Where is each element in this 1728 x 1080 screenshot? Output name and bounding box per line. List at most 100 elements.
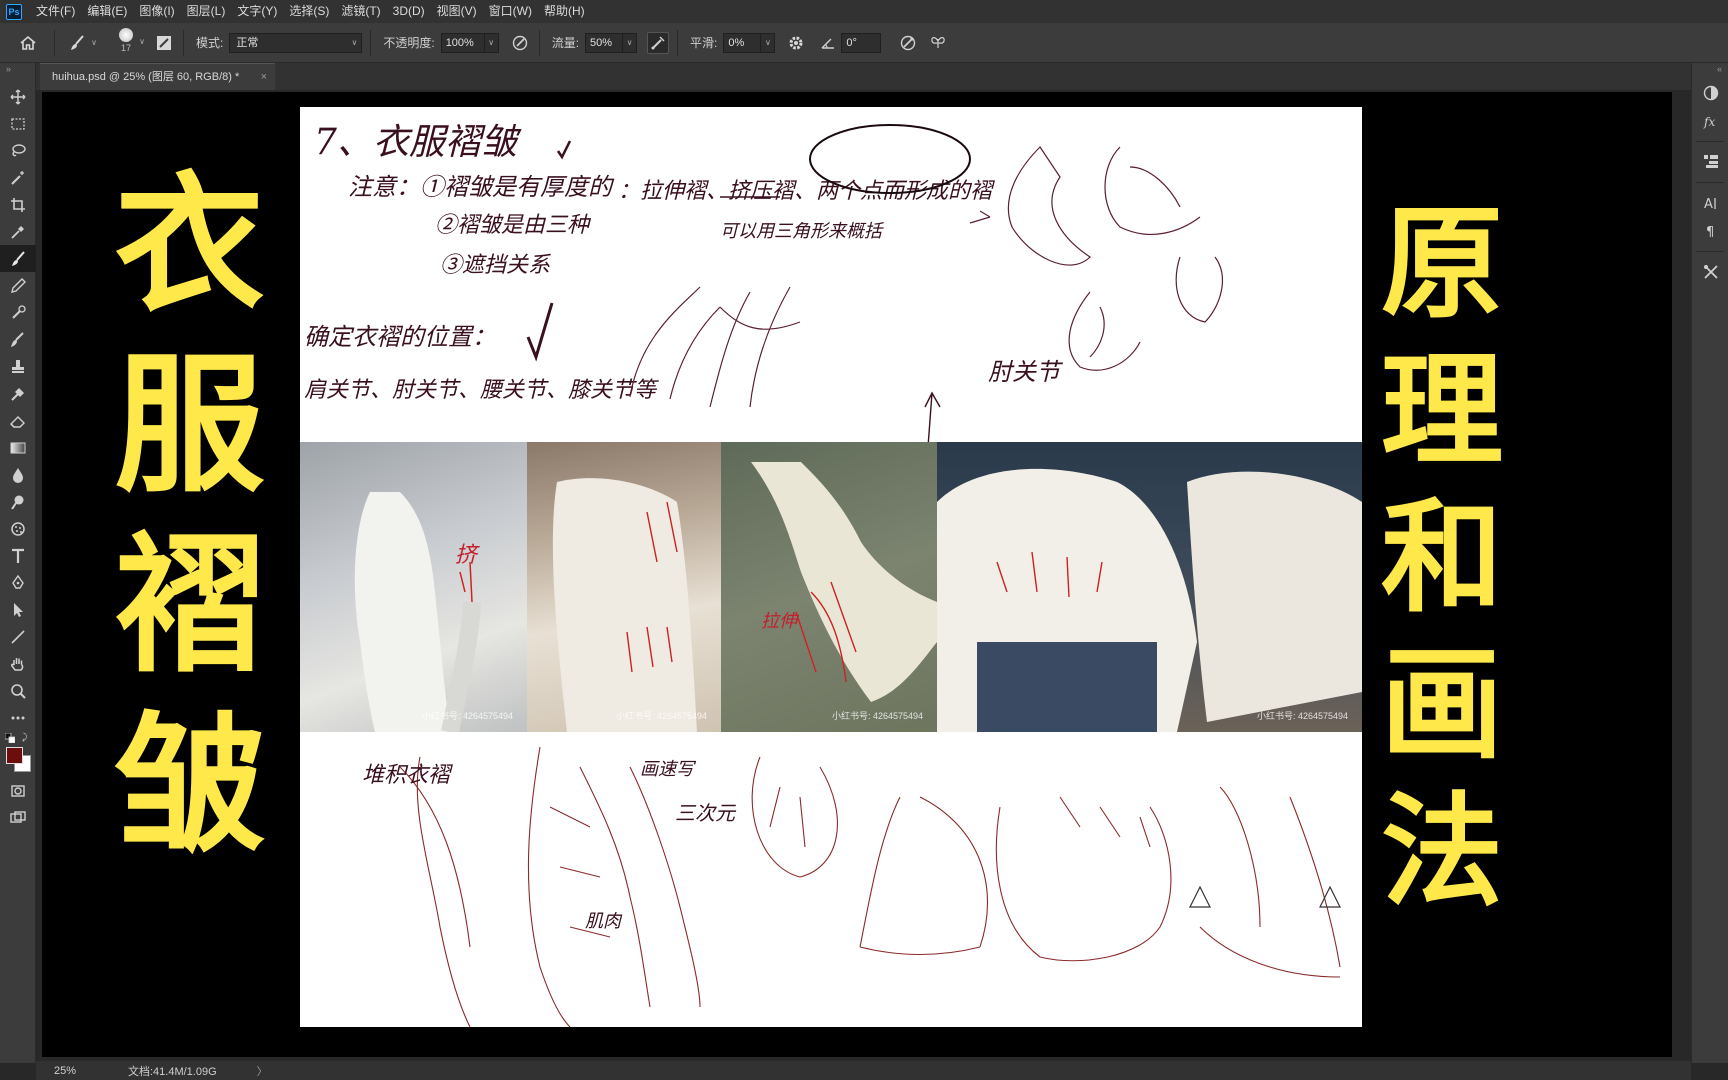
brush-settings-toggle[interactable]: [153, 32, 175, 54]
smoothing-input[interactable]: 0%: [723, 32, 762, 53]
document-canvas[interactable]: 衣 服 褶 皱 原 理 和 画 法 7、衣服褶皱 注意：①褶皱是有厚度的 ②褶皱…: [42, 92, 1672, 1057]
photoshop-logo-icon[interactable]: Ps: [6, 3, 22, 20]
spot-healing-tool[interactable]: [0, 380, 36, 407]
bottom-sketches: [399, 746, 1341, 1027]
adjustment-circle-icon: [1703, 85, 1718, 101]
separator: [1696, 141, 1724, 142]
pencil-tool[interactable]: [0, 272, 36, 299]
bottom-label: 肌肉: [585, 911, 621, 932]
document-tab-title: huihua.psd @ 25% (图层 60, RGB/8) *: [52, 71, 240, 83]
smoothing-options-button[interactable]: [785, 32, 807, 54]
menu-edit[interactable]: 编辑(E): [81, 0, 133, 23]
zoom-level[interactable]: 25%: [36, 1065, 86, 1077]
left-title: 衣 服 褶 皱: [107, 170, 272, 890]
gradient-tool[interactable]: [0, 434, 36, 461]
zoom-tool[interactable]: [0, 677, 36, 704]
styles-panel-button[interactable]: fx: [1692, 107, 1728, 135]
ellipsis-icon: [11, 716, 25, 719]
dodge-icon: [11, 495, 24, 510]
brush-tool[interactable]: [0, 245, 36, 272]
pilcrow-icon: ¶: [1706, 225, 1714, 240]
crop-tool[interactable]: [0, 191, 36, 218]
separator: [1696, 251, 1724, 252]
properties-panel-button[interactable]: [1692, 148, 1728, 176]
options-bar: ∨ 17 ∨ 模式: 正常 ∨ 不透明度: 100% ∨ 流量: 50% ∨ 平…: [0, 23, 1728, 63]
tool-presets-panel-button[interactable]: [1692, 258, 1728, 286]
quick-mask-button[interactable]: [0, 777, 36, 804]
symmetry-button[interactable]: [927, 32, 949, 54]
opacity-input[interactable]: 100%: [440, 32, 485, 53]
menu-layer[interactable]: 图层(L): [181, 0, 232, 23]
more-tools[interactable]: [0, 704, 36, 731]
eraser-tool[interactable]: [0, 407, 36, 434]
flow-label: 流量:: [551, 36, 580, 50]
lasso-tool[interactable]: [0, 137, 36, 164]
right-title-char: 原: [1381, 191, 1503, 335]
screen-mode-icon: [10, 810, 26, 823]
menu-image[interactable]: 图像(I): [133, 0, 180, 23]
status-more-button[interactable]: 〉: [257, 1063, 268, 1079]
pressure-opacity-toggle[interactable]: [509, 32, 531, 54]
canvas-area[interactable]: 衣 服 褶 皱 原 理 和 画 法 7、衣服褶皱 注意：①褶皱是有厚度的 ②褶皱…: [36, 90, 1691, 1060]
pen-tool[interactable]: [0, 569, 36, 596]
svg-text:¶: ¶: [1706, 225, 1714, 240]
menu-3d[interactable]: 3D(D): [387, 0, 431, 23]
menu-help[interactable]: 帮助(H): [538, 0, 591, 23]
chevron-down-icon: ∨: [626, 38, 633, 47]
history-brush-tool[interactable]: [0, 326, 36, 353]
marquee-tool[interactable]: [0, 110, 36, 137]
flow-input[interactable]: 50%: [585, 32, 624, 53]
paragraph-panel-button[interactable]: ¶: [1692, 217, 1728, 245]
airbrush-toggle[interactable]: [647, 31, 670, 54]
default-colors-icon[interactable]: [5, 733, 15, 743]
left-title-char: 皱: [114, 697, 265, 873]
menu-filter[interactable]: 滤镜(T): [335, 0, 386, 23]
swap-colors-icon[interactable]: ⤸: [22, 732, 32, 742]
menu-file[interactable]: 文件(F): [30, 0, 81, 23]
adjustments-panel-button[interactable]: [1692, 79, 1728, 107]
tutorial-sheet: 7、衣服褶皱 注意：①褶皱是有厚度的 ②褶皱是由三种 ③遮挡关系 ：拉伸褶、挤压…: [300, 107, 1362, 1027]
clone-stamp-tool[interactable]: [0, 299, 36, 326]
magnifier-icon: [11, 683, 26, 699]
blur-tool[interactable]: [0, 461, 36, 488]
brush-size-value: 17: [120, 43, 131, 53]
tool-preset-picker[interactable]: ∨: [63, 29, 103, 57]
foreground-color-swatch[interactable]: [6, 747, 23, 764]
left-title-char: 褶: [114, 517, 265, 693]
pressure-size-icon: [901, 35, 916, 50]
eyedropper-tool[interactable]: [0, 218, 36, 245]
collapse-toolbar-icon[interactable]: »: [0, 63, 35, 83]
home-button[interactable]: [10, 29, 46, 57]
close-tab-button[interactable]: ×: [261, 64, 267, 90]
move-tool[interactable]: [0, 83, 36, 110]
menu-type[interactable]: 文字(Y): [231, 0, 283, 23]
path-select-tool[interactable]: [0, 596, 36, 623]
stamp-tool[interactable]: [0, 353, 36, 380]
collapse-panels-icon[interactable]: «: [1692, 63, 1728, 79]
marquee-icon: [11, 117, 25, 130]
type-tool[interactable]: [0, 542, 36, 569]
type-icon: [12, 548, 24, 563]
document-tab[interactable]: huihua.psd @ 25% (图层 60, RGB/8) * ×: [40, 63, 275, 90]
pressure-size-toggle[interactable]: [897, 32, 919, 54]
screen-mode-button[interactable]: [0, 804, 36, 831]
menu-select[interactable]: 选择(S): [283, 0, 335, 23]
opacity-dropdown[interactable]: ∨: [484, 32, 499, 53]
menu-view[interactable]: 视图(V): [431, 0, 483, 23]
blend-mode-select[interactable]: 正常 ∨: [229, 32, 363, 53]
gear-icon: [789, 36, 803, 49]
brush-preset-picker[interactable]: 17 ∨: [103, 28, 149, 57]
smudge-tool[interactable]: [0, 488, 36, 515]
menu-window[interactable]: 窗口(W): [483, 0, 538, 23]
magic-wand-tool[interactable]: [0, 164, 36, 191]
separator: [370, 29, 372, 56]
smoothing-dropdown[interactable]: ∨: [761, 32, 776, 53]
tools-panel: » ⤸: [0, 63, 36, 1063]
character-panel-button[interactable]: A: [1692, 189, 1728, 217]
sponge-tool[interactable]: [0, 515, 36, 542]
blur-drop-icon: [13, 467, 23, 483]
line-tool[interactable]: [0, 623, 36, 650]
angle-input[interactable]: 0°: [841, 32, 882, 53]
flow-dropdown[interactable]: ∨: [623, 32, 638, 53]
hand-tool[interactable]: [0, 650, 36, 677]
